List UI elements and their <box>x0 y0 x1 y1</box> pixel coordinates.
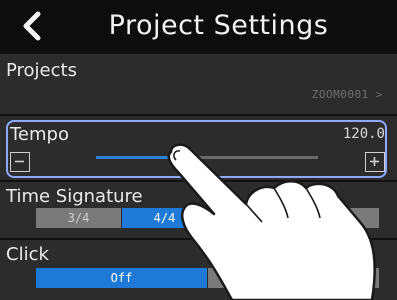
project-settings-screen: Project Settings Projects ZOOM0001 > Tem… <box>0 0 397 300</box>
pointing-hand-illustration <box>167 143 376 300</box>
